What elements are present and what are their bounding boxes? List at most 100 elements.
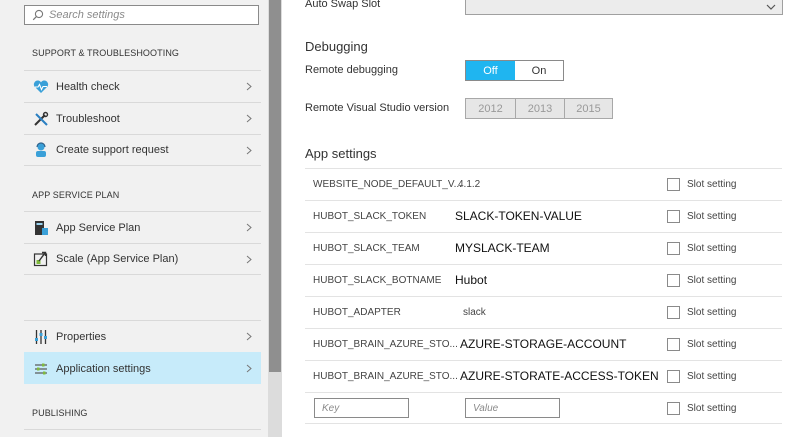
chevron-right-icon xyxy=(241,114,257,123)
app-setting-value[interactable]: AZURE-STORAGE-ACCOUNT xyxy=(460,329,626,360)
menu-item-label: Scale (App Service Plan) xyxy=(56,253,179,265)
auto-swap-slot-dropdown[interactable] xyxy=(465,0,783,15)
menu-item-troubleshoot[interactable]: Troubleshoot xyxy=(24,102,261,134)
section-title-support: SUPPORT & TROUBLESHOOTING xyxy=(32,48,180,58)
debugging-heading: Debugging xyxy=(305,39,368,54)
search-input[interactable] xyxy=(47,9,249,21)
checkbox-box[interactable] xyxy=(667,306,680,319)
slot-setting-checkbox[interactable]: Slot setting xyxy=(667,329,736,360)
app-setting-row: HUBOT_SLACK_TEAM MYSLACK-TEAM Slot setti… xyxy=(305,232,782,264)
remote-debugging-toggle[interactable]: Off On xyxy=(465,60,564,81)
checkbox-box[interactable] xyxy=(667,242,680,255)
app-setting-key[interactable]: HUBOT_SLACK_BOTNAME xyxy=(313,265,441,296)
chevron-right-icon xyxy=(241,255,257,264)
scale-icon xyxy=(32,250,50,268)
checkbox-box[interactable] xyxy=(667,370,680,383)
app-setting-row: HUBOT_ADAPTER slack Slot setting xyxy=(305,296,782,328)
menu-item-create-support-request[interactable]: Create support request xyxy=(24,134,261,166)
app-setting-key[interactable]: HUBOT_BRAIN_AZURE_STO... xyxy=(313,329,458,360)
app-setting-row: HUBOT_BRAIN_AZURE_STO... AZURE-STORATE-A… xyxy=(305,360,782,392)
menu-divider xyxy=(24,429,261,430)
slot-setting-label: Slot setting xyxy=(687,307,737,318)
app-settings-heading: App settings xyxy=(305,146,377,161)
section-title-app-service-plan: APP SERVICE PLAN xyxy=(32,190,120,200)
slot-setting-checkbox[interactable]: Slot setting xyxy=(667,265,736,296)
new-app-setting-row: Slot setting xyxy=(305,392,782,424)
remote-debugging-label: Remote debugging xyxy=(305,64,398,76)
slot-setting-checkbox[interactable]: Slot setting xyxy=(667,201,736,232)
chevron-right-icon xyxy=(241,223,257,232)
search-icon xyxy=(29,9,47,21)
chevron-right-icon xyxy=(241,364,257,373)
slot-setting-checkbox[interactable]: Slot setting xyxy=(667,393,736,424)
slot-setting-checkbox[interactable]: Slot setting xyxy=(667,169,736,200)
chevron-right-icon xyxy=(241,146,257,155)
menu-item-label: App Service Plan xyxy=(56,221,141,234)
app-setting-key[interactable]: WEBSITE_NODE_DEFAULT_V... xyxy=(313,169,462,200)
slot-setting-label: Slot setting xyxy=(687,339,737,350)
app-setting-row: HUBOT_BRAIN_AZURE_STO... AZURE-STORAGE-A… xyxy=(305,328,782,360)
slot-setting-checkbox[interactable]: Slot setting xyxy=(667,233,736,264)
tools-icon xyxy=(32,110,50,128)
remote-vs-version-toggle[interactable]: 2012 2013 2015 xyxy=(465,98,613,119)
chevron-right-icon xyxy=(241,332,257,341)
slot-setting-checkbox[interactable]: Slot setting xyxy=(667,297,736,328)
app-setting-value[interactable]: AZURE-STORATE-ACCESS-TOKEN xyxy=(460,361,659,392)
scrollbar-thumb[interactable] xyxy=(269,0,281,372)
chevron-down-icon xyxy=(766,0,776,16)
menu-item-properties[interactable]: Properties xyxy=(24,320,261,352)
slot-setting-label: Slot setting xyxy=(687,211,737,222)
menu-item-label: Troubleshoot xyxy=(56,112,120,125)
vs-version-2012-option[interactable]: 2012 xyxy=(466,99,515,118)
menu-item-label: Application settings xyxy=(56,362,151,375)
app-setting-key[interactable]: HUBOT_SLACK_TOKEN xyxy=(313,201,426,232)
menu-item-application-settings[interactable]: Application settings xyxy=(24,352,261,384)
slot-setting-checkbox[interactable]: Slot setting xyxy=(667,361,736,392)
remote-vs-version-label: Remote Visual Studio version xyxy=(305,102,450,114)
slot-setting-label: Slot setting xyxy=(687,243,737,254)
menu-item-label: Health check xyxy=(56,80,120,93)
remote-debugging-off-option[interactable]: Off xyxy=(466,61,515,80)
slot-setting-label: Slot setting xyxy=(687,179,737,190)
heart-icon xyxy=(32,78,50,96)
app-setting-value[interactable]: SLACK-TOKEN-VALUE xyxy=(455,201,582,232)
menu-item-app-service-plan[interactable]: App Service Plan xyxy=(24,211,261,243)
new-value-input[interactable] xyxy=(465,398,560,418)
slot-setting-label: Slot setting xyxy=(687,403,737,414)
checkbox-box[interactable] xyxy=(667,338,680,351)
remote-debugging-on-option[interactable]: On xyxy=(515,61,563,80)
checkbox-box[interactable] xyxy=(667,178,680,191)
application-settings-icon xyxy=(32,360,50,378)
app-setting-value[interactable]: Hubot xyxy=(455,265,487,296)
auto-swap-slot-label: Auto Swap Slot xyxy=(305,0,381,10)
app-setting-row: WEBSITE_NODE_DEFAULT_V... 4.1.2 Slot set… xyxy=(305,168,782,200)
sidebar-scrollbar[interactable] xyxy=(268,0,282,437)
app-setting-value[interactable]: MYSLACK-TEAM xyxy=(455,233,550,264)
app-setting-row: HUBOT_SLACK_BOTNAME Hubot Slot setting xyxy=(305,264,782,296)
properties-icon xyxy=(32,328,50,346)
app-setting-value[interactable]: slack xyxy=(463,297,486,328)
app-setting-key[interactable]: HUBOT_SLACK_TEAM xyxy=(313,233,420,264)
app-setting-value[interactable]: 4.1.2 xyxy=(458,169,480,200)
vs-version-2015-option[interactable]: 2015 xyxy=(564,99,612,118)
checkbox-box[interactable] xyxy=(667,402,680,415)
chevron-right-icon xyxy=(241,82,257,91)
checkbox-box[interactable] xyxy=(667,274,680,287)
search-settings-box[interactable] xyxy=(24,5,259,25)
checkbox-box[interactable] xyxy=(667,210,680,223)
menu-item-label: Create support request xyxy=(56,144,169,156)
vs-version-2013-option[interactable]: 2013 xyxy=(515,99,564,118)
app-setting-row: HUBOT_SLACK_TOKEN SLACK-TOKEN-VALUE Slot… xyxy=(305,200,782,232)
application-settings-panel: Auto Swap Slot Debugging Remote debuggin… xyxy=(282,0,800,437)
menu-item-label: Properties xyxy=(56,330,107,343)
menu-item-health-check[interactable]: Health check xyxy=(24,70,261,102)
app-setting-key[interactable]: HUBOT_ADAPTER xyxy=(313,297,401,328)
new-key-input[interactable] xyxy=(314,398,409,418)
slot-setting-label: Slot setting xyxy=(687,275,737,286)
app-setting-key[interactable]: HUBOT_BRAIN_AZURE_STO... xyxy=(313,361,458,392)
support-person-icon xyxy=(32,141,50,159)
menu-item-scale-app-service-plan[interactable]: Scale (App Service Plan) xyxy=(24,243,261,275)
app-service-plan-icon xyxy=(32,219,50,237)
section-title-publishing: PUBLISHING xyxy=(32,408,88,418)
settings-menu-panel: SUPPORT & TROUBLESHOOTING Health check T… xyxy=(0,0,268,437)
